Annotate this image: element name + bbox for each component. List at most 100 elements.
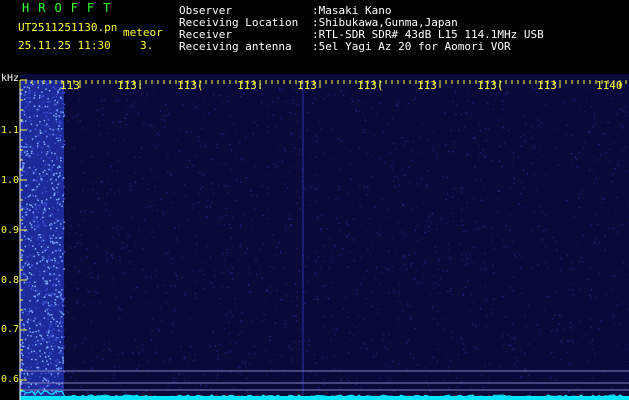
noise-speck [55, 295, 58, 298]
noise-speck [269, 292, 271, 294]
noise-speck [325, 284, 328, 286]
noise-speck [539, 149, 541, 151]
noise-speck [261, 185, 263, 187]
noise-speck [309, 153, 311, 155]
noise-speck [490, 159, 493, 162]
noise-speck [485, 128, 487, 130]
noise-speck [315, 135, 318, 137]
noise-speck [276, 165, 278, 167]
noise-speck [382, 333, 384, 336]
noise-speck [159, 306, 162, 308]
noise-speck [433, 287, 435, 289]
noise-speck [42, 216, 44, 219]
noise-speck [137, 112, 139, 114]
noise-speck [57, 136, 60, 139]
noise-speck [125, 124, 128, 126]
noise-speck [514, 338, 516, 340]
noise-speck [448, 151, 450, 153]
noise-speck [227, 191, 229, 194]
noise-speck [557, 87, 559, 89]
noise-speck [215, 143, 218, 145]
noise-speck [42, 203, 44, 206]
noise-speck [576, 166, 579, 168]
noise-speck [248, 267, 250, 270]
noise-speck [63, 107, 65, 109]
noise-speck [102, 114, 104, 116]
noise-speck [39, 350, 41, 352]
noise-speck [174, 372, 176, 374]
noise-speck [59, 182, 61, 185]
noise-speck [227, 100, 229, 102]
noise-speck [421, 238, 423, 240]
noise-speck [518, 203, 520, 205]
noise-speck [194, 280, 196, 282]
noise-speck [33, 274, 35, 276]
noise-speck [550, 352, 553, 354]
noise-speck [211, 282, 213, 284]
noise-speck [76, 381, 79, 383]
noise-speck [65, 379, 67, 381]
noise-speck [470, 294, 473, 296]
noise-speck [462, 293, 465, 295]
noise-speck [277, 145, 280, 147]
noise-speck [76, 302, 78, 304]
noise-speck [39, 94, 41, 97]
noise-speck [379, 158, 382, 160]
noise-speck [268, 105, 270, 107]
noise-speck [408, 102, 410, 104]
noise-speck [578, 207, 580, 209]
noise-speck [23, 273, 25, 275]
noise-speck [532, 89, 534, 91]
noise-speck [460, 337, 462, 339]
noise-speck [328, 197, 330, 199]
noise-speck [474, 166, 476, 168]
noise-speck [54, 262, 56, 264]
noise-speck [514, 363, 516, 366]
noise-speck [582, 261, 584, 263]
noise-speck [57, 91, 59, 94]
noise-speck [438, 259, 440, 261]
noise-speck [492, 265, 494, 267]
noise-speck [58, 383, 61, 386]
noise-speck [62, 177, 65, 179]
noise-speck [276, 246, 278, 249]
noise-speck [401, 169, 403, 171]
noise-speck [55, 392, 58, 394]
noise-speck [40, 80, 42, 82]
noise-speck [616, 304, 619, 306]
noise-speck [36, 237, 39, 240]
noise-speck [59, 291, 61, 294]
noise-speck [64, 344, 66, 346]
noise-speck [42, 234, 45, 237]
noise-speck [600, 320, 602, 322]
noise-speck [41, 124, 43, 126]
noise-speck [289, 224, 292, 226]
noise-speck [382, 339, 384, 341]
noise-speck [468, 90, 470, 92]
noise-speck [20, 372, 23, 375]
noise-speck [505, 225, 507, 227]
noise-speck [372, 291, 374, 293]
noise-speck [153, 81, 155, 83]
noise-speck [524, 140, 526, 142]
noise-speck [440, 218, 442, 220]
noise-speck [94, 290, 96, 292]
noise-speck [503, 108, 505, 110]
noise-speck [625, 343, 627, 345]
noise-speck [82, 189, 84, 192]
noise-speck [304, 339, 306, 341]
noise-speck [317, 86, 319, 89]
noise-speck [25, 146, 27, 148]
noise-speck [570, 267, 572, 270]
noise-speck [99, 301, 101, 303]
noise-speck [189, 159, 191, 161]
noise-speck [52, 86, 55, 89]
noise-speck [222, 286, 224, 288]
noise-speck [31, 265, 33, 267]
noise-speck [48, 146, 51, 149]
noise-speck [40, 373, 42, 375]
noise-speck [625, 193, 627, 195]
noise-speck [347, 266, 349, 268]
noise-speck [353, 335, 355, 337]
noise-speck [53, 192, 56, 194]
